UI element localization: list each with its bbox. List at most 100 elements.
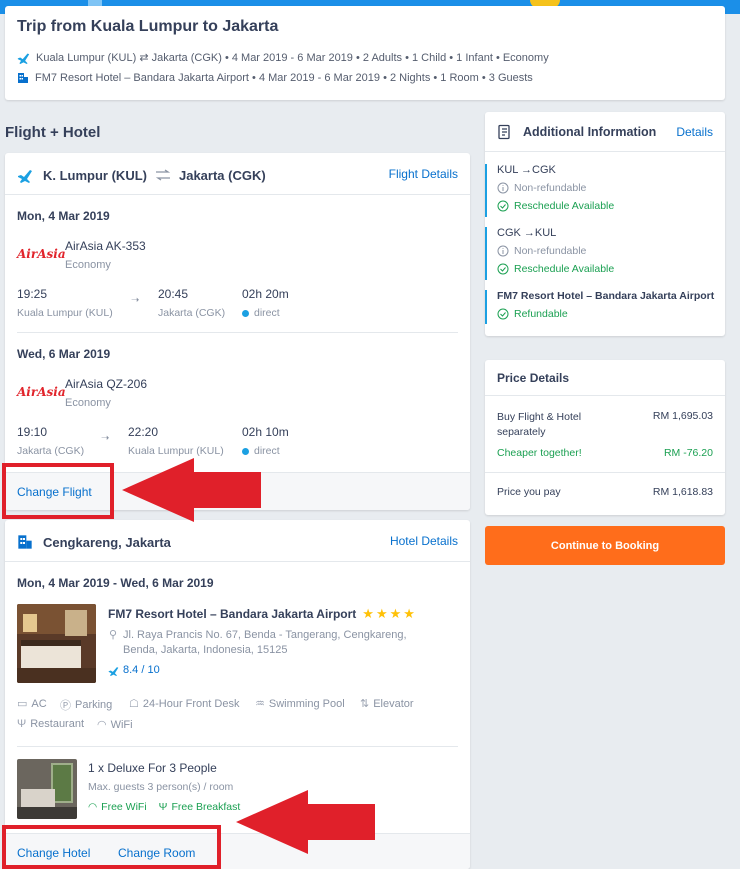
flight-summary-text: Kuala Lumpur (KUL) ⇄ Jakarta (CGK) • 4 M… [36, 52, 549, 64]
hotel-details-link[interactable]: Hotel Details [390, 534, 458, 548]
price-pay-value: RM 1,618.83 [652, 486, 713, 498]
hotel-location: Cengkareng, Jakarta [17, 534, 179, 550]
leg2-dep-city: Jakarta (CGK) [17, 445, 85, 457]
parking-icon: Ⓟ [60, 700, 71, 712]
room-photo [17, 759, 77, 819]
flight-route: K. Lumpur (KUL) Jakarta (CGK) [17, 167, 274, 183]
price-details-title: Price Details [497, 371, 570, 385]
leg1-class: Economy [65, 259, 111, 271]
segment-hotel-name: FM7 Resort Hotel – Bandara Jakarta Airpo… [497, 290, 715, 302]
pool-icon: ♒ [255, 698, 265, 710]
ac-icon: ▭ [17, 698, 28, 710]
additional-info-title: Additional Information [523, 125, 657, 139]
segment-route: KUL →CGK [497, 164, 556, 176]
hotel-divider [17, 746, 458, 747]
hotel-address-row: ⚲ Jl. Raya Prancis No. 67, Benda - Tange… [108, 628, 438, 658]
additional-info-header: Additional Information Details [485, 112, 725, 152]
amenity-pool: ♒ Swimming Pool [255, 697, 345, 711]
leg2-airline: AirAsia QZ-206 Economy [65, 377, 147, 409]
arrow-right-icon: ➝ [131, 295, 140, 306]
leg2-class: Economy [65, 397, 111, 409]
leg1-airline: AirAsia AK-353 Economy [65, 239, 146, 271]
hotel-rating: 8.4 / 10 [108, 664, 160, 676]
arrow-right-icon: ➝ [101, 433, 110, 444]
additional-details-link[interactable]: Details [676, 125, 713, 139]
plane-icon [18, 170, 32, 183]
amenity-wifi: ◠ WiFi [97, 718, 133, 732]
leg2-dep-time: 19:10 [17, 425, 48, 439]
info-icon [497, 245, 509, 257]
leg1-dep-time: 19:25 [17, 287, 48, 301]
highlight-box-change-flight [2, 463, 114, 519]
hotel-summary-text: FM7 Resort Hotel – Bandara Jakarta Airpo… [35, 72, 533, 84]
price-separate-label: Buy Flight & Hotel separately [497, 411, 582, 438]
building-icon [18, 535, 32, 549]
segment-refund: Non-refundable [497, 182, 614, 194]
segment-route: CGK →KUL [497, 227, 557, 239]
hotel-photo [17, 604, 96, 683]
flight-summary-line: Kuala Lumpur (KUL) ⇄ Jakarta (CGK) • 4 M… [17, 51, 549, 64]
trip-title: Trip from Kuala Lumpur to Jakarta [17, 18, 279, 35]
continue-to-booking-button[interactable]: Continue to Booking [485, 526, 725, 565]
room-perks: ◠ Free WiFi Ψ Free Breakfast [88, 801, 240, 813]
amenity-restaurant: Ψ Restaurant [17, 718, 85, 730]
location-pin-icon: ⚲ [109, 629, 118, 641]
leg1-arr-city: Jakarta (CGK) [158, 307, 226, 319]
room-title: 1 x Deluxe For 3 People [88, 761, 217, 775]
check-circle-icon [497, 263, 509, 275]
building-icon [18, 73, 28, 83]
hotel-card-header: Cengkareng, Jakarta Hotel Details [5, 520, 470, 562]
fork-knife-icon: Ψ [158, 801, 168, 813]
price-cheaper-label: Cheaper together! [497, 447, 582, 459]
elevator-icon: ⇅ [360, 698, 370, 710]
flight-details-link[interactable]: Flight Details [389, 167, 458, 181]
leg1-stops: direct [242, 307, 280, 319]
price-cheaper-value: RM -76.20 [663, 447, 713, 459]
check-circle-icon [497, 200, 509, 212]
segment-reschedule: Reschedule Available [497, 200, 614, 212]
leg2-flight-number: AirAsia QZ-206 [65, 377, 148, 391]
leg2-arr-time: 22:20 [128, 425, 159, 439]
traveloka-bird-icon [108, 666, 119, 676]
leg1-duration: 02h 20m [242, 287, 289, 301]
segment-reschedule: Reschedule Available [497, 263, 614, 275]
price-divider [485, 472, 725, 473]
hotel-location-text: Cengkareng, Jakarta [43, 534, 171, 550]
price-details-card: Price Details Buy Flight & Hotel separat… [485, 360, 725, 515]
leg1-flight-number: AirAsia AK-353 [65, 239, 146, 253]
leg1-date: Mon, 4 Mar 2019 [17, 209, 110, 223]
amenity-elevator: ⇅ Elevator [360, 697, 414, 711]
section-title: Flight + Hotel [5, 124, 101, 141]
leg-divider [17, 332, 458, 333]
leg1-arr-time: 20:45 [158, 287, 189, 301]
flight-destination: Jakarta (CGK) [178, 167, 266, 183]
info-icon [497, 182, 509, 194]
front-desk-icon: ☖ [129, 698, 139, 710]
amenity-parking: Ⓟ Parking [60, 699, 113, 712]
hotel-name[interactable]: FM7 Resort Hotel – Bandara Jakarta Airpo… [108, 607, 356, 621]
plane-icon [17, 53, 30, 64]
restaurant-icon: Ψ [17, 718, 27, 730]
leg1-dep-city: Kuala Lumpur (KUL) [17, 307, 113, 319]
direct-dot-icon [242, 309, 249, 317]
room-guests: Max. guests 3 person(s) / room [88, 781, 234, 793]
trip-summary-card: Trip from Kuala Lumpur to Jakarta Kuala … [5, 6, 725, 100]
price-separate-value: RM 1,695.03 [652, 410, 713, 422]
segment-refund: Non-refundable [497, 245, 614, 257]
star-rating-icon: ★★★★ [362, 606, 417, 621]
flight-origin: K. Lumpur (KUL) [43, 167, 147, 183]
segment-kul-cgk: KUL →CGK Non-refundable Reschedule Avail… [485, 164, 614, 217]
price-pay-label: Price you pay [497, 486, 561, 498]
red-arrow-icon [122, 458, 261, 522]
check-circle-icon [497, 308, 509, 320]
hotel-name-row: FM7 Resort Hotel – Bandara Jakarta Airpo… [108, 606, 417, 622]
leg1-stops-text: direct [254, 307, 280, 319]
amenity-ac: ▭ AC [17, 697, 47, 711]
document-icon [498, 124, 510, 140]
red-arrow-icon [236, 790, 375, 854]
perk-free-wifi: Free WiFi [101, 801, 147, 813]
amenity-front-desk: ☖ 24-Hour Front Desk [129, 697, 240, 711]
segment-cgk-kul: CGK →KUL Non-refundable Reschedule Avail… [485, 227, 614, 280]
additional-info-card: Additional Information Details KUL →CGK … [485, 112, 725, 336]
wifi-icon: ◠ [88, 801, 98, 813]
